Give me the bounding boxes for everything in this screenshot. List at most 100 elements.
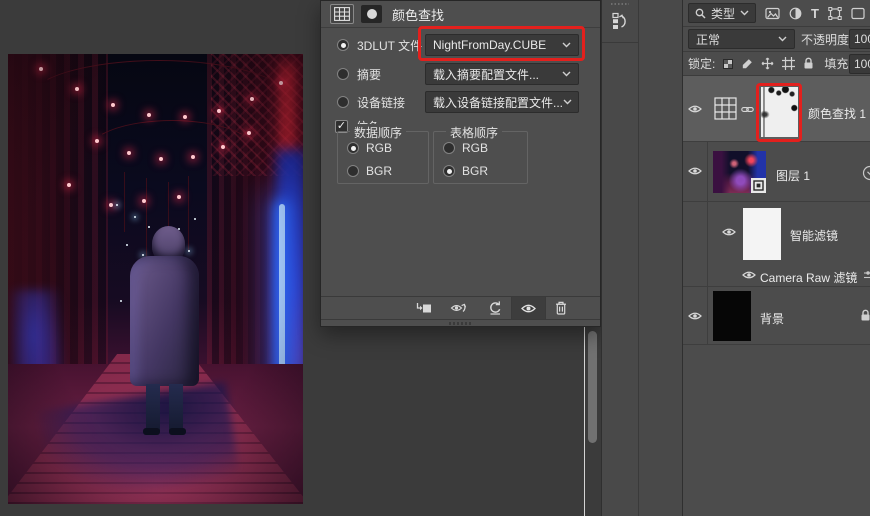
mask-icon[interactable] <box>361 5 382 23</box>
lut-grid-icon[interactable] <box>330 4 354 24</box>
table-order-title: 表格顺序 <box>446 124 502 141</box>
rgb-label: RGB <box>462 141 488 155</box>
delete-button[interactable] <box>546 297 576 319</box>
visibility-eye-icon[interactable] <box>688 311 702 321</box>
table-order-bgr: BGR <box>443 164 488 178</box>
layer-filter-type-select[interactable]: 类型 <box>688 3 756 23</box>
chevron-down-icon <box>740 10 749 16</box>
visibility-eye-icon[interactable] <box>688 104 702 114</box>
chevron-down-icon <box>562 71 571 77</box>
filter-mask-thumbnail[interactable] <box>743 208 781 260</box>
smart-filters-label: 智能滤镜 <box>790 227 838 244</box>
lut-file-select[interactable]: NightFromDay.CUBE <box>425 34 579 56</box>
table-order-rgb: RGB <box>443 141 488 155</box>
opacity-field[interactable]: 100% <box>849 29 870 49</box>
view-previous-state-button[interactable] <box>441 297 478 319</box>
search-icon <box>695 8 706 19</box>
layer-thumbnail[interactable] <box>713 151 766 193</box>
layer-name[interactable]: 图层 1 <box>776 167 810 184</box>
lock-label: 锁定: <box>688 55 715 72</box>
lut-radio[interactable] <box>337 39 349 51</box>
smart-filter-toggle-icon[interactable] <box>862 165 870 181</box>
lut-label: 3DLUT 文件 <box>357 37 422 54</box>
layer-row-layer1[interactable]: 图层 1 <box>683 142 870 202</box>
filter-shape-layers-icon[interactable] <box>828 7 842 20</box>
blend-mode-select[interactable]: 正常 <box>688 29 795 49</box>
visibility-toggle-button[interactable] <box>511 297 546 319</box>
camera-raw-label[interactable]: Camera Raw 滤镜 <box>760 269 857 286</box>
lock-row: 锁定: 填充: 100% <box>683 52 870 76</box>
device-link-label: 设备链接 <box>357 94 405 111</box>
layer-mask-thumbnail[interactable] <box>761 87 798 137</box>
document-vertical-scrollbar[interactable] <box>584 327 601 516</box>
filter-blend-options-icon[interactable] <box>864 270 870 280</box>
visibility-eye-icon[interactable] <box>742 270 756 280</box>
scrollbar-thumb[interactable] <box>588 331 597 443</box>
data-order-title: 数据顺序 <box>350 124 406 141</box>
data-order-bgr: BGR <box>347 164 392 178</box>
layer-row-color-lookup[interactable]: 颜色查找 1 <box>683 76 870 142</box>
dock-divider <box>638 0 639 516</box>
abstract-value: 载入摘要配置文件... <box>433 66 539 83</box>
collapsed-panel-dock <box>601 0 683 516</box>
dock-grip <box>611 3 629 5</box>
layer-name[interactable]: 背景 <box>760 310 784 327</box>
filter-type-layers-icon[interactable]: T <box>811 7 819 20</box>
lut-file-value: NightFromDay.CUBE <box>433 38 546 52</box>
opacity-value: 100% <box>854 32 870 46</box>
properties-panel: 颜色查找 3DLUT 文件 NightFromDay.CUBE 摘要 载入摘要配… <box>320 0 601 327</box>
data-order-rgb: RGB <box>347 141 392 155</box>
layer-row-background[interactable]: 背景 <box>683 287 870 345</box>
filter-smart-object-icon[interactable] <box>851 7 865 20</box>
abstract-select[interactable]: 载入摘要配置文件... <box>425 63 579 85</box>
layer-filter-row: 类型 T <box>683 0 870 27</box>
panel-resize-grip[interactable] <box>449 322 473 325</box>
layer-name[interactable]: 颜色查找 1 <box>808 105 866 122</box>
properties-title: 颜色查找 <box>392 5 444 24</box>
device-link-select[interactable]: 载入设备链接配置文件... <box>425 91 579 113</box>
lock-pixels-brush-icon[interactable] <box>741 58 753 70</box>
layer-thumbnail[interactable] <box>713 291 751 341</box>
clip-to-layer-button[interactable] <box>406 297 441 319</box>
blend-mode-value: 正常 <box>696 31 720 48</box>
opacity-label: 不透明度: <box>801 31 852 48</box>
abstract-radio[interactable] <box>337 68 349 80</box>
device-link-value: 载入设备链接配置文件... <box>433 94 563 111</box>
device-link-radio[interactable] <box>337 96 349 108</box>
data-order-group: 数据顺序 RGB BGR <box>337 131 429 184</box>
history-icon <box>611 12 628 31</box>
fill-label: 填充: <box>824 55 851 72</box>
table-order-group: 表格顺序 RGB BGR <box>433 131 528 184</box>
lock-position-icon[interactable] <box>761 57 774 70</box>
chevron-down-icon <box>778 36 787 42</box>
blend-mode-row: 正常 不透明度: 100% <box>683 27 870 52</box>
table-order-bgr-radio[interactable] <box>443 165 455 177</box>
visibility-eye-icon[interactable] <box>722 227 736 237</box>
rgb-label: RGB <box>366 141 392 155</box>
filter-adjustment-layers-icon[interactable] <box>789 7 802 20</box>
data-order-bgr-radio[interactable] <box>347 165 359 177</box>
fill-field[interactable]: 100% <box>849 54 870 74</box>
camera-raw-filter-row[interactable]: Camera Raw 滤镜 <box>683 263 870 287</box>
street-photo <box>8 54 303 504</box>
properties-toolbar <box>321 296 600 320</box>
visibility-eye-icon[interactable] <box>688 166 702 176</box>
fill-value: 100% <box>854 57 870 71</box>
bgr-label: BGR <box>366 164 392 178</box>
layer-lock-icon <box>860 309 870 322</box>
filter-pixel-layers-icon[interactable] <box>765 7 780 20</box>
lock-transparency-icon[interactable] <box>723 59 733 69</box>
photo-vignette <box>8 54 303 504</box>
lock-artboard-icon[interactable] <box>782 57 795 70</box>
history-panel-tab[interactable] <box>602 0 638 43</box>
bgr-label: BGR <box>462 164 488 178</box>
smart-object-badge-icon <box>751 178 766 193</box>
mask-link-icon[interactable] <box>741 105 754 114</box>
color-lookup-thumbnail-icon[interactable] <box>714 97 737 120</box>
chevron-down-icon <box>562 42 571 48</box>
data-order-rgb-radio[interactable] <box>347 142 359 154</box>
table-order-rgb-radio[interactable] <box>443 142 455 154</box>
smart-filters-row[interactable]: 智能滤镜 <box>683 202 870 263</box>
reset-button[interactable] <box>478 297 511 319</box>
lock-all-icon[interactable] <box>803 57 814 70</box>
